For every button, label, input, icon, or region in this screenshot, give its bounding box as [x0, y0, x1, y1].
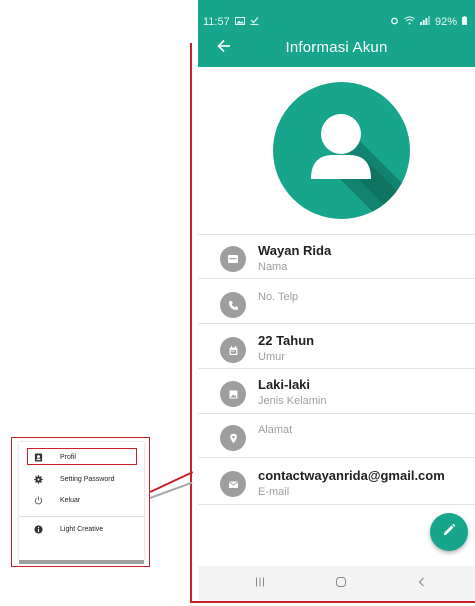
pencil-icon: [442, 523, 456, 542]
person-icon: [311, 114, 410, 219]
info-row-phone: No. Telp: [198, 279, 475, 324]
page-title: Informasi Akun: [285, 39, 388, 56]
signal-icon: [419, 16, 430, 28]
system-nav-bar: [198, 566, 475, 601]
avatar: [273, 82, 410, 219]
battery-percent: 92%: [434, 16, 457, 28]
info-list: Wayan Rida Nama No. Telp 22 Tahun Umur L…: [198, 234, 475, 505]
location-pin-icon: [220, 425, 246, 451]
info-row-age: 22 Tahun Umur: [198, 324, 475, 369]
gender-label: Jenis Kelamin: [258, 395, 327, 407]
phone-icon: [220, 292, 246, 318]
phone-label: No. Telp: [258, 291, 299, 303]
chevron-left-icon: [416, 575, 428, 593]
info-icon: [34, 525, 43, 534]
app-bar: Informasi Akun: [198, 32, 475, 67]
phone-screen: 11:57 92% Informasi Akun Wayan Rida Nama…: [198, 0, 475, 601]
email-label: E-mail: [258, 486, 290, 498]
mail-icon: [220, 471, 246, 497]
download-notification-icon: [250, 16, 259, 28]
annotation-line-left: [190, 43, 192, 603]
power-icon: [34, 496, 43, 505]
menu-bottom-strip: [19, 560, 144, 564]
image-icon: [220, 381, 246, 407]
info-row-email: contactwayanrida@gmail.com E-mail: [198, 458, 475, 505]
name-value: Wayan Rida: [258, 243, 332, 258]
menu-item-label: Keluar: [60, 497, 81, 504]
status-time: 11:57: [203, 16, 230, 28]
home-icon: [335, 575, 347, 593]
edit-fab-button[interactable]: [430, 513, 468, 551]
alarm-icon: [390, 16, 399, 28]
info-row-address: Alamat: [198, 414, 475, 458]
menu-item-keluar[interactable]: Keluar: [19, 493, 144, 509]
calendar-icon: [220, 337, 246, 363]
annotation-line-bottom: [190, 601, 475, 603]
recents-button[interactable]: [248, 574, 272, 594]
home-button[interactable]: [329, 574, 353, 594]
gender-value: Laki-laki: [258, 377, 311, 392]
battery-icon: [462, 16, 467, 28]
wifi-icon: [404, 16, 415, 28]
address-label: Alamat: [258, 424, 293, 436]
nav-back-button[interactable]: [410, 574, 434, 594]
connector-gray: [149, 481, 193, 499]
menu-item-highlight: [27, 448, 137, 465]
recents-icon: [254, 575, 266, 593]
age-value: 22 Tahun: [258, 333, 315, 348]
status-right-group: 92%: [390, 16, 467, 28]
info-row-gender: Laki-laki Jenis Kelamin: [198, 369, 475, 414]
gallery-notification-icon: [234, 16, 245, 28]
name-label: Nama: [258, 261, 288, 273]
email-value: contactwayanrida@gmail.com: [258, 468, 445, 483]
menu-item-label: Light Creative: [60, 526, 104, 533]
menu-divider: [19, 516, 144, 517]
status-time-group: 11:57: [203, 16, 259, 28]
status-bar: 11:57 92%: [198, 0, 475, 32]
menu-item-label: Setting Password: [60, 476, 115, 483]
age-label: Umur: [258, 351, 285, 363]
menu-item-light-creative[interactable]: Light Creative: [19, 522, 144, 538]
info-row-name: Wayan Rida Nama: [198, 234, 475, 279]
menu-item-setting-password[interactable]: Setting Password: [19, 472, 144, 488]
gear-icon: [34, 475, 43, 484]
id-card-icon: [220, 246, 246, 272]
